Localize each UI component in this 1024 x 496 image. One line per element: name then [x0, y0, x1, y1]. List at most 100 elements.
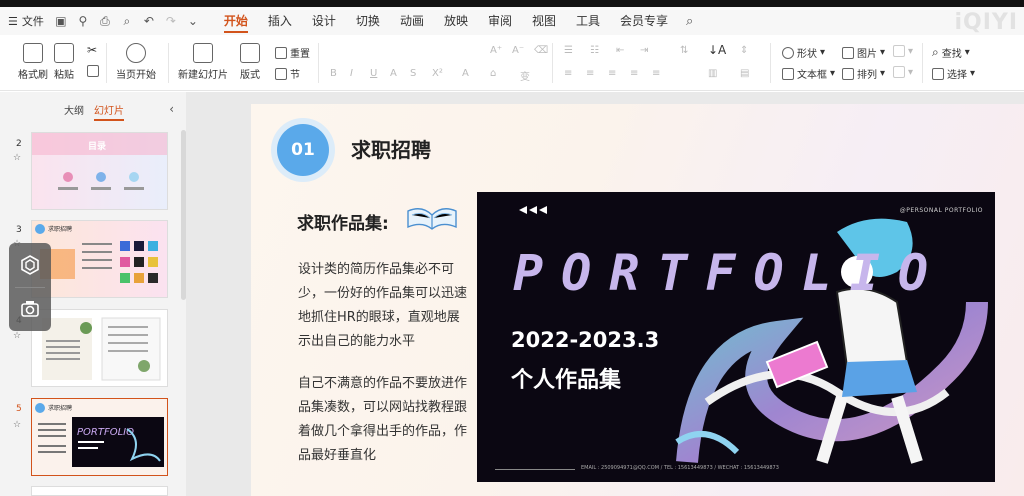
indent-decrease-button[interactable]: ⇤: [616, 45, 624, 56]
decrease-font-button[interactable]: A⁻: [512, 45, 524, 56]
section-button[interactable]: 节: [275, 66, 300, 81]
arrange-button[interactable]: 排列 ▾: [842, 66, 885, 81]
camera-icon[interactable]: [20, 299, 40, 319]
shape-button[interactable]: 形状 ▾: [782, 45, 825, 60]
collapse-sidebar-icon[interactable]: ‹: [169, 102, 174, 116]
menu-bar: ☰ 文件 ▣ ⚲ ⎙ ⌕ ↶ ↷ ⌄ 开始 插入 设计 切换 动画 放映 审阅 …: [0, 7, 1024, 35]
reset-button[interactable]: 重置: [275, 45, 310, 60]
search-icon[interactable]: ⌕: [686, 14, 693, 29]
underline-button[interactable]: U: [370, 68, 377, 79]
paragraph-2[interactable]: 自己不满意的作品不要放进作品集凑数，可以网站找教程跟着做几个拿得出手的作品，作品…: [298, 372, 468, 468]
tab-slideshow[interactable]: 放映: [434, 7, 478, 35]
slide-thumbnail-3[interactable]: 求职招聘: [31, 220, 168, 298]
paragraph-1[interactable]: 设计类的简历作品集必不可少，一份好的作品集可以迅速地抓住HR的眼球，直观地展示出…: [298, 258, 468, 354]
numbered-list-button[interactable]: ☷: [590, 45, 599, 56]
star-icon[interactable]: ☆: [13, 153, 21, 163]
tab-tools[interactable]: 工具: [566, 7, 610, 35]
tab-home[interactable]: 开始: [214, 7, 258, 35]
superscript-button[interactable]: X²: [432, 68, 443, 79]
tab-member[interactable]: 会员专享: [610, 7, 678, 35]
quick-access-dropdown-icon[interactable]: ⌄: [186, 14, 200, 28]
portfolio-label: @PERSONAL PORTFOLIO: [899, 207, 983, 214]
separator: [922, 43, 923, 83]
undo-icon[interactable]: ↶: [142, 14, 156, 28]
text-direction-button[interactable]: ⇅: [680, 45, 688, 56]
sort-icon: ↓A: [708, 43, 727, 57]
sidebar-tabs: 大纲 幻灯片: [0, 92, 186, 126]
shadow-button[interactable]: S: [410, 68, 416, 79]
separator: [770, 43, 771, 83]
clear-format-button[interactable]: ⌫: [534, 45, 548, 56]
ai-assistant-icon[interactable]: [20, 255, 40, 275]
paste-button[interactable]: 粘贴: [54, 43, 74, 81]
separator: [106, 43, 107, 83]
align-left-button[interactable]: ≡: [564, 68, 572, 79]
bullet-list-button[interactable]: ☰: [564, 45, 573, 56]
select-icon: [932, 67, 944, 80]
portfolio-collection: 个人作品集: [511, 368, 622, 393]
find-button[interactable]: ⌕ 查找 ▾: [932, 45, 970, 60]
tab-review[interactable]: 审阅: [478, 7, 522, 35]
ribbon-toolbar: 格式刷 粘贴 ✂ 当页开始 新建幻灯片 版式 重置 节 B I U A S X²…: [0, 35, 1024, 91]
divider: [15, 287, 45, 288]
tab-insert[interactable]: 插入: [258, 7, 302, 35]
arrange-icon: [842, 67, 854, 80]
format-painter-button[interactable]: 格式刷: [18, 43, 48, 81]
layout-button[interactable]: 版式: [240, 43, 260, 81]
print-icon[interactable]: ⎙: [98, 14, 112, 29]
slide-subtitle[interactable]: 求职作品集:: [297, 209, 389, 234]
strikethrough-button[interactable]: A: [390, 68, 397, 79]
fill-button[interactable]: ▾: [893, 45, 913, 57]
line-spacing-button[interactable]: ⇕: [740, 45, 748, 56]
bold-button[interactable]: B: [330, 68, 337, 79]
outline-button[interactable]: ▾: [893, 66, 913, 78]
tab-slides[interactable]: 幻灯片: [94, 102, 124, 121]
copy-button[interactable]: [87, 65, 99, 77]
portfolio-image[interactable]: @PERSONAL PORTFOLIO PORTFOLIO 2022-2023.…: [477, 192, 995, 482]
separator: [318, 43, 319, 83]
justify-button[interactable]: ≡: [630, 68, 638, 79]
tab-transition[interactable]: 切换: [346, 7, 390, 35]
copy-icon: [87, 65, 99, 77]
distribute-button[interactable]: ≡: [652, 68, 660, 79]
italic-button[interactable]: I: [350, 68, 353, 79]
slide-title[interactable]: 求职招聘: [351, 134, 431, 163]
align-right-button[interactable]: ≡: [608, 68, 616, 79]
scissors-icon: ✂: [87, 43, 98, 57]
tab-outline[interactable]: 大纲: [64, 102, 84, 117]
floating-toolbar: [9, 243, 51, 331]
textbox-button[interactable]: 文本框 ▾: [782, 66, 835, 81]
increase-font-button[interactable]: A⁺: [490, 45, 502, 56]
new-slide-button[interactable]: 新建幻灯片: [178, 43, 228, 81]
tab-view[interactable]: 视图: [522, 7, 566, 35]
slide-thumbnail-4[interactable]: [31, 309, 168, 387]
sort-button[interactable]: ↓A: [708, 43, 726, 57]
thumbnail-title: 求职招聘: [48, 405, 73, 412]
redo-icon[interactable]: ↷: [164, 14, 178, 28]
slide-thumbnail-5[interactable]: PORTFOLIO 求职招聘: [31, 398, 168, 476]
file-menu[interactable]: ☰ 文件: [8, 13, 44, 29]
align-center-button[interactable]: ≡: [586, 68, 594, 79]
save-icon[interactable]: ▣: [54, 14, 68, 28]
star-icon[interactable]: ☆: [13, 420, 21, 430]
text-box-align-button[interactable]: ▤: [740, 68, 749, 79]
portfolio-word: PORTFOLIO: [513, 244, 946, 302]
star-icon[interactable]: ☆: [13, 331, 21, 341]
slide-thumbnail-2[interactable]: 目录: [31, 132, 168, 210]
play-from-current-button[interactable]: 当页开始: [116, 43, 156, 81]
thumbnail-title: 目录: [88, 142, 107, 152]
columns-button[interactable]: ▥: [708, 68, 717, 79]
hamburger-icon: ☰: [8, 14, 18, 28]
tab-design[interactable]: 设计: [302, 7, 346, 35]
share-icon[interactable]: ⚲: [76, 14, 90, 28]
font-color-button[interactable]: A: [462, 68, 469, 79]
picture-button[interactable]: 图片 ▾: [842, 45, 885, 60]
char-spacing-button[interactable]: 变: [520, 68, 530, 83]
slide-thumbnail-6[interactable]: [31, 486, 168, 496]
select-button[interactable]: 选择 ▾: [932, 66, 975, 81]
indent-increase-button[interactable]: ⇥: [640, 45, 648, 56]
print-preview-icon[interactable]: ⌕: [120, 14, 134, 29]
tab-animation[interactable]: 动画: [390, 7, 434, 35]
cut-button[interactable]: ✂: [87, 43, 97, 57]
highlight-button[interactable]: ⌂: [490, 68, 496, 79]
